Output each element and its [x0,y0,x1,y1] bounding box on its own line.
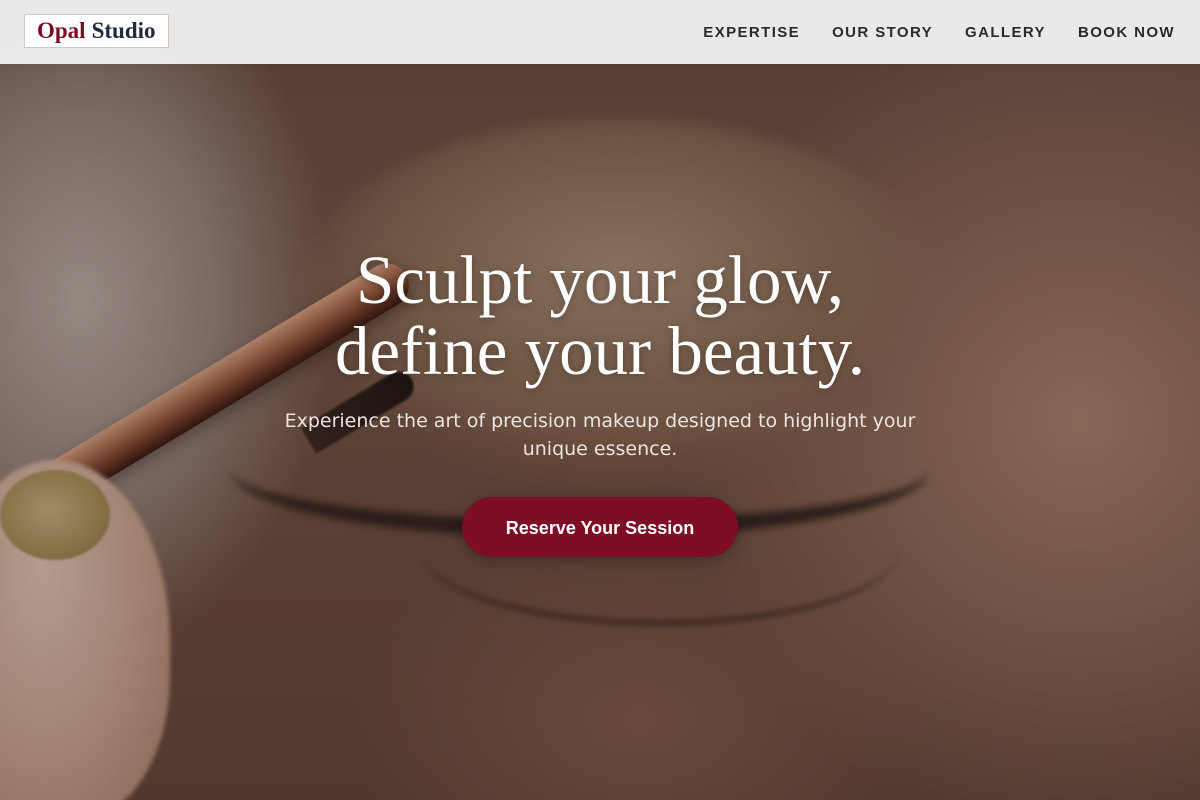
nav-link-gallery[interactable]: GALLERY [965,24,1046,41]
brand-name-second: Studio [91,18,156,43]
reserve-session-button[interactable]: Reserve Your Session [462,497,738,557]
nav-link-book-now[interactable]: BOOK NOW [1078,24,1175,41]
hero-content: Sculpt your glow, define your beauty. Ex… [0,245,1200,557]
main-nav: EXPERTISE OUR STORY GALLERY BOOK NOW [703,0,1175,64]
nav-link-expertise[interactable]: EXPERTISE [703,24,800,41]
nav-link-our-story[interactable]: OUR STORY [832,24,933,41]
hero-headline: Sculpt your glow, define your beauty. [0,245,1200,387]
hero-subtitle: Experience the art of precision makeup d… [284,410,916,460]
hero-headline-line-2: define your beauty. [334,313,866,389]
brand-logo[interactable]: Opal Studio [24,14,169,48]
site-header: Opal Studio EXPERTISE OUR STORY GALLERY … [0,0,1200,64]
brand-name-first: Opal [37,18,86,43]
hero-headline-line-1: Sculpt your glow, [355,242,845,318]
